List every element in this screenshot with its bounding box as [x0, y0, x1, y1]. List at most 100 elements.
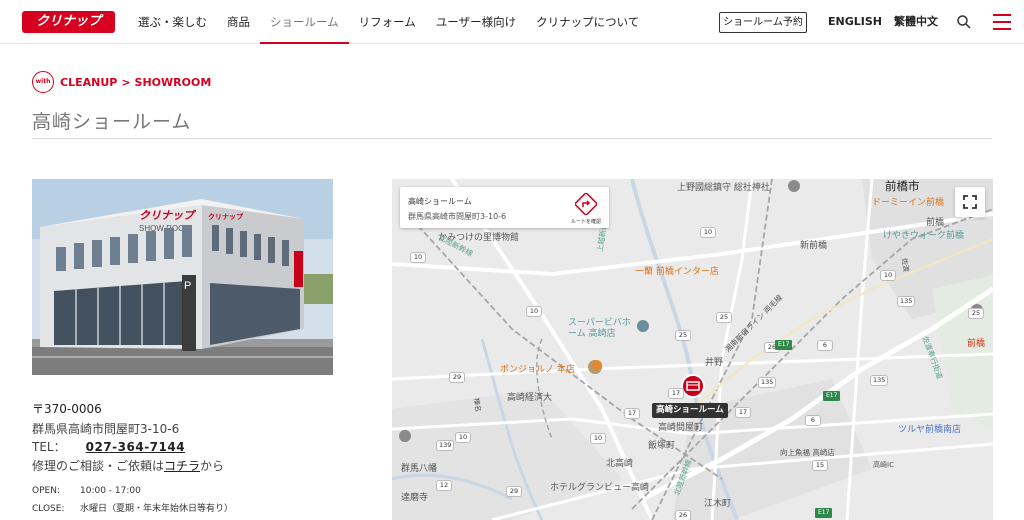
close-value: 水曜日（夏期・年末年始休日等有り）: [80, 504, 234, 514]
road-shield: 15: [812, 460, 828, 471]
road-shield: 25: [968, 308, 984, 319]
address: 群馬県高崎市問屋町3-10-6: [32, 422, 180, 436]
telephone-row: TEL： 027-364-7144: [32, 438, 185, 455]
road-shield: 29: [449, 372, 465, 383]
tel-number-link[interactable]: 027-364-7144: [86, 440, 185, 454]
repair-row: 修理のご相談・ご依頼はコチラから: [32, 457, 224, 474]
expressway-shield: E17: [775, 340, 793, 350]
road-shield: 17: [624, 408, 640, 419]
map-label-kita-takasaki: 北高崎: [606, 459, 634, 469]
map-label-dormy-inn: ドーミーイン前橋: [872, 198, 945, 208]
road-shield: 135: [758, 377, 777, 388]
showroom-pin-label[interactable]: 高崎ショールーム: [652, 403, 728, 418]
cleanup-logo[interactable]: クリナップ: [22, 11, 115, 33]
map-label-takasaki-ic: 高崎IC: [873, 461, 894, 469]
repair-suffix: から: [200, 459, 225, 473]
breadcrumb: CLEANUP > SHOWROOM: [60, 76, 211, 89]
map-label-keyaki-walk: けやきウォーク前橋: [883, 231, 965, 241]
road-shield: 10: [526, 306, 542, 317]
close-label: CLOSE:: [32, 504, 65, 514]
map-label-maebashi-city: 前橋市: [885, 179, 920, 193]
map-label-hotel-grandview: ホテルグランビュー高崎: [550, 483, 650, 493]
close-days-row: CLOSE: 水曜日（夏期・年末年始休日等有り）: [32, 501, 233, 514]
road-shield: 25: [675, 330, 691, 341]
road-shield: 135: [897, 296, 916, 307]
repair-link[interactable]: コチラ: [164, 459, 200, 473]
road-shield: 139: [436, 440, 455, 451]
postal-code: 〒370-0006: [32, 402, 102, 416]
route-directions-icon: [573, 191, 599, 217]
poi-restaurant-icon: [592, 360, 602, 370]
route-button[interactable]: ルートを確認: [566, 191, 606, 225]
expressway-shield: E17: [823, 391, 841, 401]
hamburger-menu-icon[interactable]: [993, 14, 1011, 30]
showroom-photo: クリナップ SHOW ROOM クリナップ P: [32, 179, 333, 375]
poi-temple-icon: [399, 430, 411, 442]
with-cleanup-badge: with: [32, 71, 54, 93]
expressway-shield: E17: [815, 508, 833, 518]
fullscreen-icon: [963, 195, 977, 209]
map-info-popup: 高崎ショールーム 群馬県高崎市問屋町3-10-6 ルートを確認: [400, 187, 609, 228]
showroom-reserve-button[interactable]: ショールーム予約: [719, 12, 807, 33]
map-label-maebashi-station: 前橋: [926, 218, 945, 228]
nav-item-users[interactable]: ユーザー様向け: [426, 0, 526, 44]
map-label-bongiorno: ボンジョルノ 本店: [500, 365, 575, 375]
page-title: 高崎ショールーム: [32, 111, 192, 133]
building-sign-logo: クリナップ: [139, 209, 197, 222]
road-shield: 10: [410, 252, 426, 263]
map-label-ino: 井野: [705, 358, 724, 368]
road-shield: 10: [590, 433, 606, 444]
poi-store-icon: [637, 320, 649, 332]
language-chinese-link[interactable]: 繁體中文: [894, 0, 938, 44]
nav-item-about[interactable]: クリナップについて: [526, 0, 649, 44]
map-label-gunma-yawata: 群馬八幡: [401, 464, 438, 474]
road-shield: 29: [506, 486, 522, 497]
language-english-link[interactable]: ENGLISH: [828, 0, 882, 44]
parking-letter: P: [184, 280, 191, 292]
road-shield: 10: [880, 270, 896, 281]
route-label: ルートを確認: [570, 219, 601, 225]
map-label-shin-maebashi: 新前橋: [800, 241, 828, 251]
nav-item-reform[interactable]: リフォーム: [349, 0, 426, 44]
map-label-ichiran: 一蘭 前橋インター店: [635, 267, 719, 277]
map-label-tsuruya: ツルヤ前橋南店: [898, 425, 962, 435]
repair-prefix: 修理のご相談・ご依頼は: [32, 459, 165, 473]
road-shield: 6: [805, 415, 821, 426]
popup-address: 群馬県高崎市問屋町3-10-6: [408, 212, 507, 221]
road-shield: 17: [735, 407, 751, 418]
building-sign-side: クリナップ: [208, 212, 244, 221]
map-label-darumaji: 達磨寺: [401, 493, 429, 503]
nav-item-products[interactable]: 商品: [217, 0, 260, 44]
map-label-iizukamachi: 飯塚町: [648, 441, 676, 451]
map-label-viva-home: スーパービバホーム 高崎店: [568, 318, 631, 339]
road-shield: 26: [675, 510, 691, 520]
breadcrumb-section[interactable]: SHOWROOM: [135, 76, 212, 89]
map-label-egimachi: 江木町: [704, 499, 732, 509]
map-label-souja-shrine: 上野國総鎮守 総社神社: [677, 183, 770, 193]
breadcrumb-separator: >: [121, 76, 131, 89]
fullscreen-button[interactable]: [955, 187, 985, 217]
nav-item-showroom[interactable]: ショールーム: [260, 0, 349, 44]
road-shield: 10: [455, 432, 471, 443]
road-shield: 10: [700, 227, 716, 238]
open-value: 10:00 - 17:00: [80, 486, 141, 496]
poi-shrine-icon: [788, 180, 800, 192]
road-shield: 12: [436, 480, 452, 491]
popup-showroom-name: 高崎ショールーム: [408, 197, 472, 206]
road-shield: 17: [668, 388, 684, 399]
breadcrumb-brand[interactable]: CLEANUP: [60, 76, 117, 89]
tel-label: TEL：: [32, 440, 66, 454]
road-shield: 135: [870, 375, 889, 386]
nav-item-choose-enjoy[interactable]: 選ぶ・楽しむ: [128, 0, 217, 44]
road-shield: 25: [716, 312, 732, 323]
map-label-tonyamachi: 高崎問屋町: [658, 423, 704, 433]
open-hours-row: OPEN: 10:00 - 17:00: [32, 486, 141, 496]
map-label-keizai-univ: 高崎経済大: [507, 393, 553, 403]
map-label-maebashi-poi: 前橋: [967, 339, 986, 349]
open-label: OPEN:: [32, 486, 60, 496]
site-header: クリナップ 選ぶ・楽しむ 商品 ショールーム リフォーム ユーザー様向け クリナ…: [0, 0, 1024, 44]
search-icon[interactable]: [956, 14, 972, 30]
main-nav: 選ぶ・楽しむ 商品 ショールーム リフォーム ユーザー様向け クリナップについて: [128, 0, 649, 44]
map-label-uofuku: 向上魚福 高崎店: [780, 448, 835, 457]
title-divider: [32, 138, 992, 139]
